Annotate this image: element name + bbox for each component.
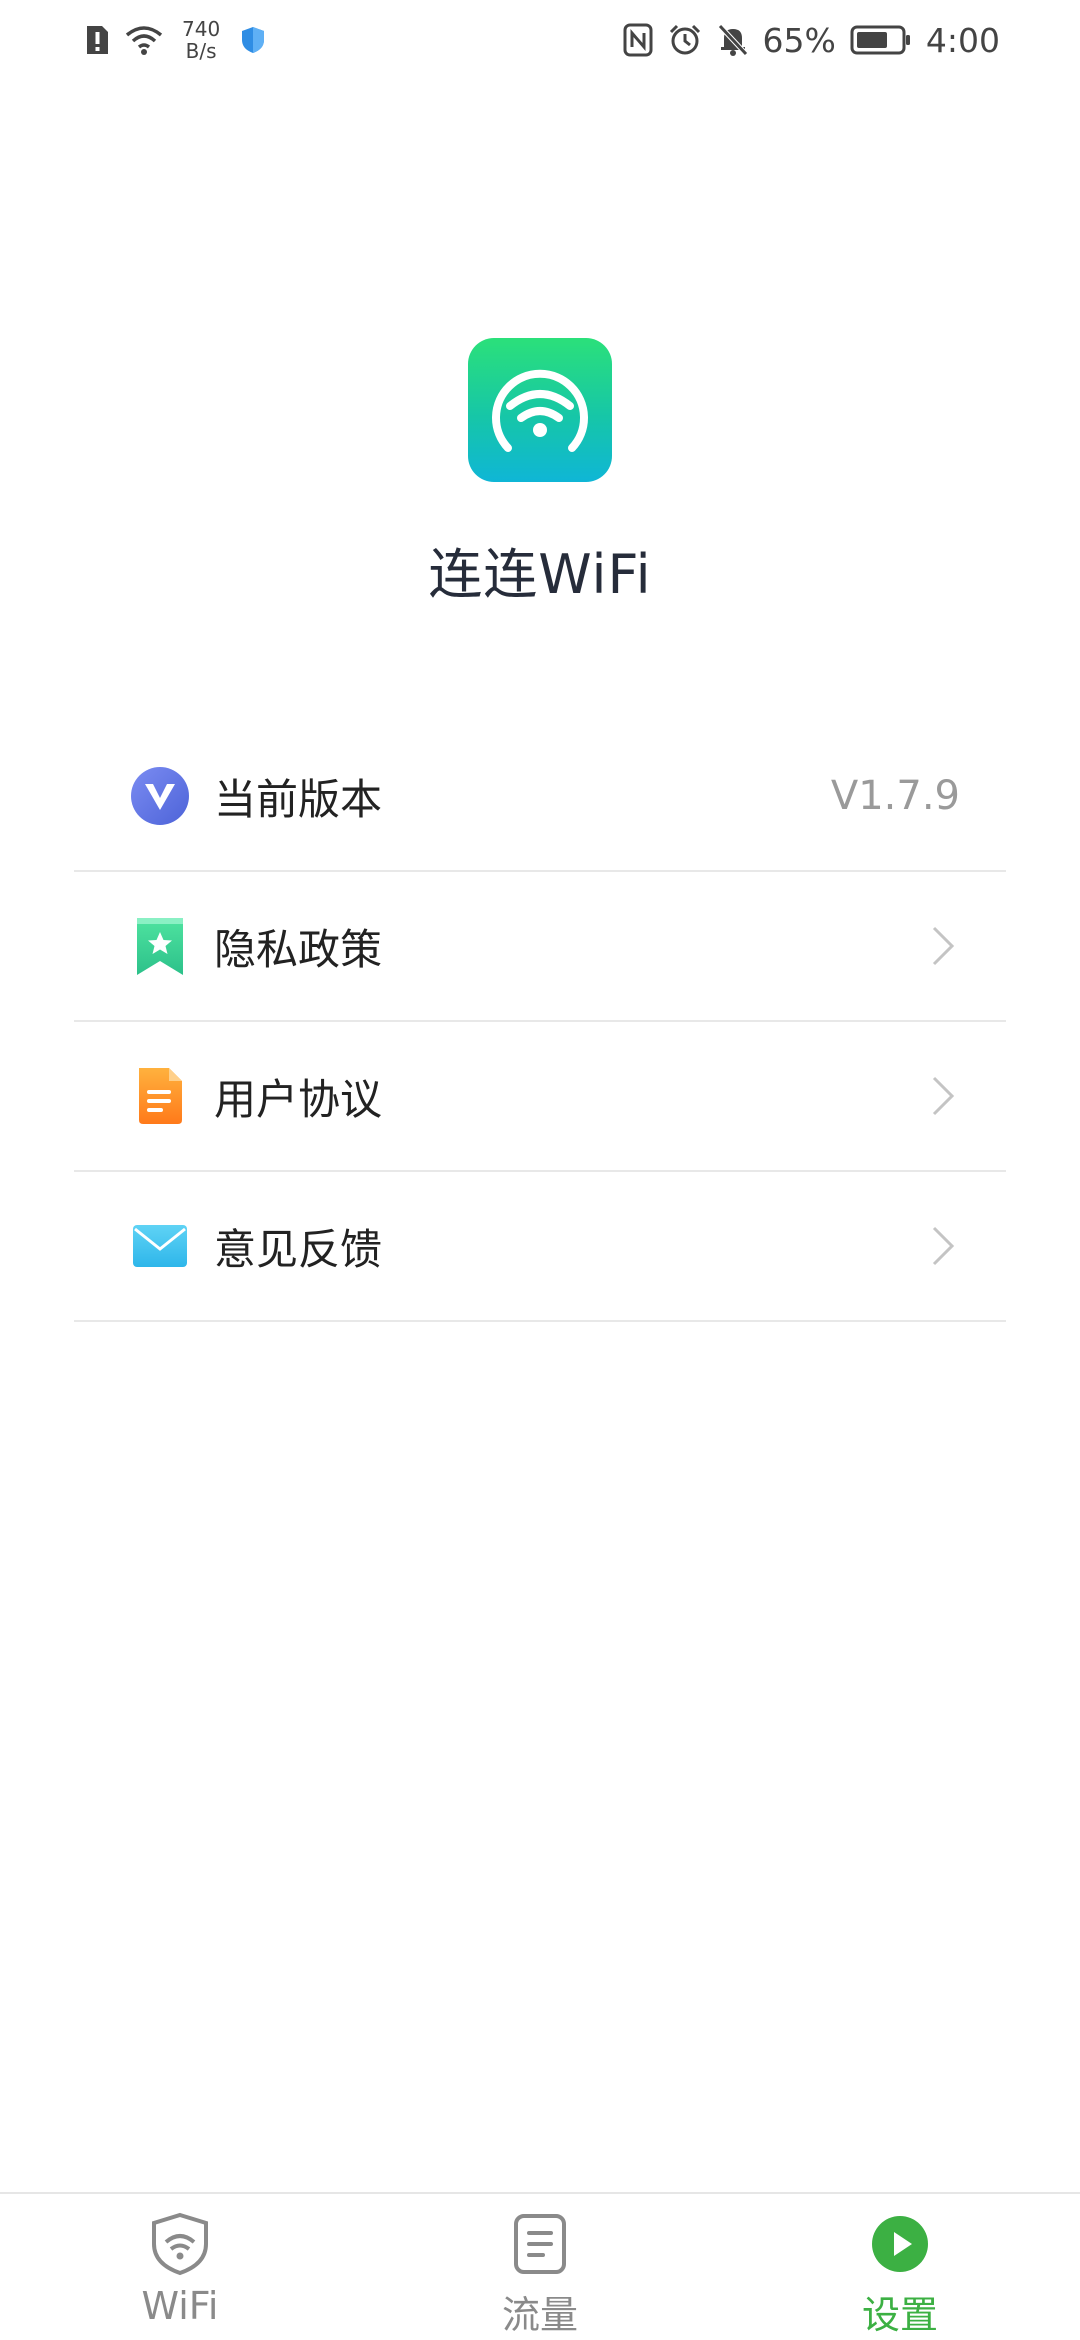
battery-percent: 65% (762, 20, 836, 60)
battery-icon (850, 24, 912, 56)
network-speed: 740 B/s (182, 18, 220, 62)
clock: 4:00 (925, 20, 1000, 60)
version-value: V1.7.9 (830, 773, 960, 819)
silent-bell-icon (717, 23, 749, 57)
chevron-right-icon (930, 1224, 956, 1268)
version-label: 当前版本 (214, 774, 383, 824)
chevron-right-icon (930, 924, 956, 968)
tab-settings-label: 设置 (861, 2293, 938, 2337)
shield-icon (240, 25, 266, 55)
status-left: 740 B/s (84, 18, 266, 62)
tab-wifi-label: WiFi (141, 2284, 219, 2328)
document-icon (130, 1066, 190, 1126)
play-circle-icon (868, 2212, 932, 2276)
wifi-logo-icon (478, 348, 602, 472)
alarm-icon (667, 23, 703, 57)
app-logo (468, 338, 612, 482)
settings-item-version[interactable]: 当前版本 V1.7.9 (74, 722, 1006, 872)
status-right: 65% 4:00 (623, 21, 1000, 60)
settings-item-privacy-policy[interactable]: 隐私政策 (74, 872, 1006, 1022)
chevron-right-icon (930, 1074, 956, 1118)
privacy-policy-label: 隐私政策 (214, 924, 383, 974)
alert-sim-icon (84, 24, 110, 56)
tab-traffic-label: 流量 (501, 2293, 578, 2337)
settings-screen: 740 B/s 65% 4:00 连连WiFi 当前版本 V1.7.9 隐私政策… (0, 0, 1080, 2340)
bottom-nav: WiFi 流量 设置 (0, 2192, 1080, 2340)
network-speed-unit: B/s (185, 39, 217, 63)
version-v-icon (130, 766, 190, 826)
tab-settings[interactable]: 设置 (800, 2194, 1000, 2340)
tab-wifi[interactable]: WiFi (80, 2194, 280, 2340)
network-speed-value: 740 (182, 17, 221, 41)
traffic-doc-icon (508, 2212, 572, 2276)
feedback-label: 意见反馈 (214, 1224, 383, 1274)
settings-item-user-agreement[interactable]: 用户协议 (74, 1022, 1006, 1172)
settings-item-feedback[interactable]: 意见反馈 (74, 1172, 1006, 1322)
app-name: 连连WiFi (428, 543, 652, 606)
mail-icon (130, 1216, 190, 1276)
wifi-icon (124, 24, 164, 56)
bookmark-star-icon (130, 916, 190, 976)
user-agreement-label: 用户协议 (214, 1074, 383, 1124)
nfc-icon (623, 23, 653, 57)
settings-list: 当前版本 V1.7.9 隐私政策 用户协议 意见反馈 (74, 722, 1006, 1322)
status-bar: 740 B/s 65% 4:00 (0, 0, 1080, 80)
tab-traffic[interactable]: 流量 (440, 2194, 640, 2340)
wifi-shield-icon (148, 2212, 212, 2276)
